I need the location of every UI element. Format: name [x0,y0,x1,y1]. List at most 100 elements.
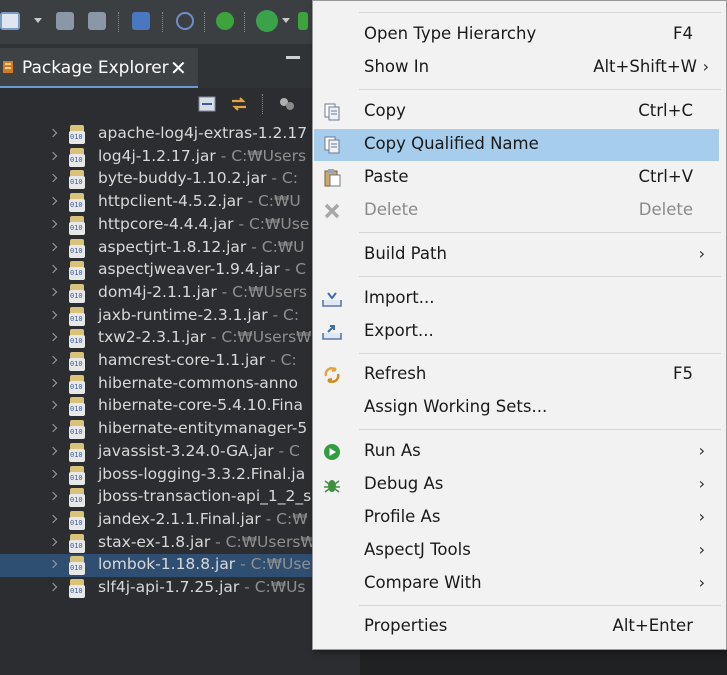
expand-chevron-icon[interactable] [48,287,58,297]
paste-icon [324,169,341,187]
link-with-editor-icon[interactable] [230,96,248,112]
menu-item-label: Properties [364,616,448,635]
jar-path: - C: [267,305,300,324]
expand-chevron-icon[interactable] [48,310,58,319]
menu-separator [359,353,721,354]
menu-item-paste[interactable]: Paste Ctrl+V [314,162,719,194]
expand-chevron-icon[interactable] [48,128,58,138]
jar-name: hibernate-core-5.4.10.Fina [98,396,303,415]
jar-name: httpclient-4.5.2.jar [98,192,243,211]
tree-row[interactable]: aspectjrt-1.8.12.jar - C:₩U [0,237,328,260]
expand-chevron-icon[interactable] [48,174,58,183]
tree-row[interactable]: stax-ex-1.8.jar - C:₩Users₩ [0,532,328,555]
menu-item-label: Profile As [364,507,441,526]
run-last-tool-icon[interactable] [256,10,278,32]
tree-row[interactable]: dom4j-2.1.1.jar - C:₩Users [0,282,328,305]
tree-row[interactable]: apache-log4j-extras-1.2.17 [0,123,328,146]
menu-item-show-in[interactable]: Show In Alt+Shift+W › [314,52,719,84]
jar-icon [67,283,87,303]
run-last-tool-dropdown-arrow-icon[interactable] [282,18,290,23]
expand-chevron-icon[interactable] [48,401,58,410]
package-explorer-icon [3,61,13,73]
menu-item-properties[interactable]: Properties Alt+Enter [314,611,719,643]
expand-chevron-icon[interactable] [48,151,58,160]
save-all-icon[interactable] [88,12,106,30]
delete-icon [324,203,340,219]
menu-item-export[interactable]: Export... [314,316,719,348]
tree-row[interactable]: hibernate-core-5.4.10.Fina [0,395,328,418]
menu-item-debug-as[interactable]: Debug As › [314,469,719,501]
tree-row-label: apache-log4j-extras-1.2.17 [98,124,307,142]
new-dropdown-arrow-icon[interactable] [34,18,42,23]
expand-chevron-icon[interactable] [48,491,58,501]
tree-row[interactable]: jboss-logging-3.3.2.Final.ja [0,464,328,487]
expand-chevron-icon[interactable] [48,582,58,592]
tree-row[interactable]: slf4j-api-1.7.25.jar - C:₩Us [0,577,328,600]
tree-row[interactable]: lombok-1.18.8.jar - C:₩User [0,554,328,578]
menu-item-shortcut: Ctrl+C [638,101,693,120]
debug-icon[interactable] [298,12,308,30]
menu-item-copy-qualified-name[interactable]: Copy Qualified Name [314,129,719,161]
menu-item-compare-with[interactable]: Compare With › [314,568,719,600]
menu-item-build-path[interactable]: Build Path › [314,239,719,271]
close-icon[interactable]: ✕ [170,56,187,80]
tree-row-label: httpclient-4.5.2.jar - C:₩U [98,192,301,210]
save-icon[interactable] [56,12,74,30]
expand-chevron-icon[interactable] [48,264,58,274]
minimize-icon[interactable] [286,56,300,59]
power-icon[interactable] [216,12,234,30]
jar-icon [67,442,87,462]
menu-item-open-type-hierarchy[interactable]: Open Type Hierarchy F4 [314,19,719,51]
expand-chevron-icon[interactable] [48,560,58,569]
jar-name: hibernate-entitymanager-5 [98,419,308,438]
expand-chevron-icon[interactable] [48,196,58,206]
menu-item-delete[interactable]: Delete Delete [314,195,719,227]
tree-row[interactable]: httpcore-4.4.4.jar - C:₩Use [0,214,328,237]
menu-item-run-as[interactable]: Run As › [314,436,719,468]
tree-row[interactable]: txw2-2.3.1.jar - C:₩Users₩ [0,327,328,350]
menu-item-assign-working-sets[interactable]: Assign Working Sets... [314,392,719,424]
refresh-icon [324,367,340,383]
tree-row[interactable]: jaxb-runtime-2.3.1.jar - C: [0,305,328,328]
expand-chevron-icon[interactable] [48,333,58,342]
menu-separator [359,89,721,90]
expand-chevron-icon[interactable] [48,514,58,524]
expand-chevron-icon[interactable] [48,242,58,251]
menu-item-profile-as[interactable]: Profile As › [314,502,719,534]
expand-chevron-icon[interactable] [48,469,58,478]
tree-row[interactable]: aspectjweaver-1.9.4.jar - C [0,259,328,282]
new-icon[interactable] [0,12,20,30]
tree-row[interactable]: httpclient-4.5.2.jar - C:₩U [0,191,328,214]
tree-row-label: jandex-2.1.1.Final.jar - C:₩ [98,510,308,528]
expand-chevron-icon[interactable] [48,355,58,365]
menu-item-aspectj-tools[interactable]: AspectJ Tools › [314,535,719,567]
expand-chevron-icon[interactable] [48,446,58,456]
expand-chevron-icon[interactable] [48,537,58,546]
submenu-arrow-icon: › [698,441,705,460]
expand-chevron-icon[interactable] [48,219,58,229]
expand-chevron-icon[interactable] [48,378,58,387]
menu-item-refresh[interactable]: Refresh F5 [314,359,719,391]
tree-row[interactable]: log4j-1.2.17.jar - C:₩Users [0,146,328,169]
tab-package-explorer[interactable]: Package Explorer ✕ [0,48,198,88]
skip-breakpoints-icon[interactable] [176,12,194,30]
tree-row[interactable]: hibernate-entitymanager-5 [0,418,328,441]
view-menu-icon[interactable] [278,96,296,112]
debug-icon [324,480,340,493]
tree-row[interactable]: jboss-transaction-api_1_2_s [0,486,328,509]
tree-row[interactable]: javassist-3.24.0-GA.jar - C [0,441,328,464]
expand-chevron-icon[interactable] [48,423,58,433]
terminal-icon[interactable] [132,12,150,30]
menu-separator [359,276,721,277]
jar-icon [67,556,87,576]
tree-row[interactable]: byte-buddy-1.10.2.jar - C: [0,168,328,191]
tree-row[interactable]: hibernate-commons-anno [0,373,328,396]
menu-item-label: Debug As [364,474,444,493]
jar-name: apache-log4j-extras-1.2.17 [98,124,308,142]
collapse-all-icon[interactable] [198,96,216,112]
menu-item-import[interactable]: Import... [314,283,719,315]
menu-item-copy[interactable]: Copy Ctrl+C [314,96,719,128]
tree-row[interactable]: jandex-2.1.1.Final.jar - C:₩ [0,509,328,532]
menu-item-label: Compare With [364,573,482,592]
tree-row[interactable]: hamcrest-core-1.1.jar - C: [0,350,328,373]
